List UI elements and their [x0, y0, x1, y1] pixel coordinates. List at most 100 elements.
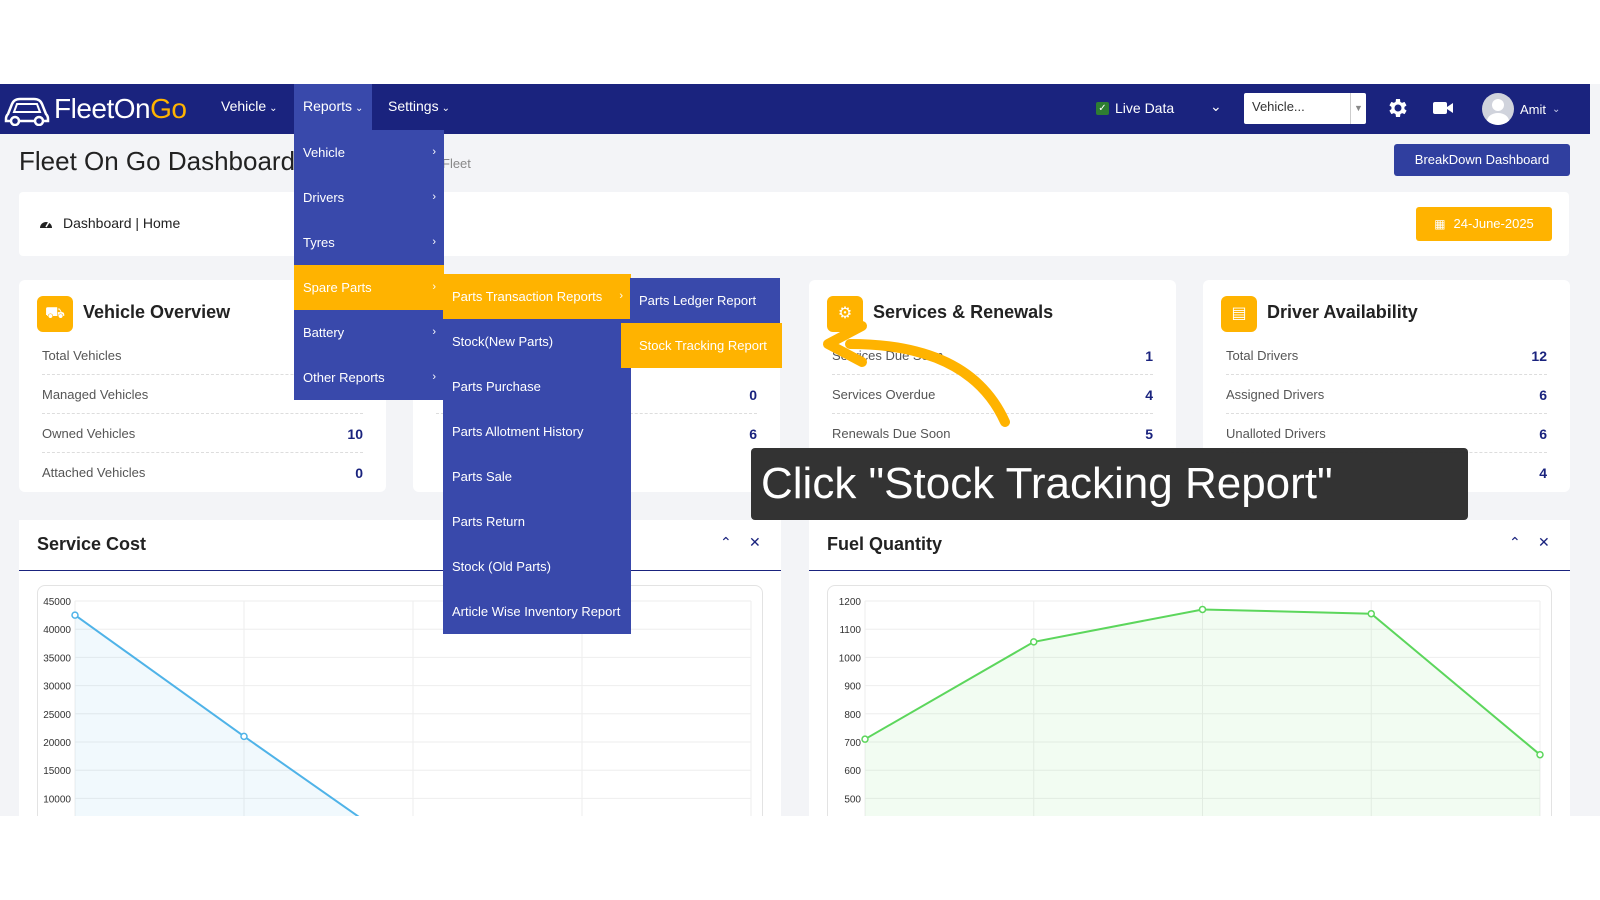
- series-area: [865, 609, 1540, 816]
- gear-icon[interactable]: [1385, 96, 1409, 120]
- stat-label: Assigned Drivers: [1226, 387, 1325, 402]
- menu-item-parts-sale[interactable]: Parts Sale: [443, 454, 631, 499]
- chevron-right-icon: ›: [619, 290, 623, 302]
- data-point: [1536, 750, 1544, 759]
- stat-value: 6: [749, 426, 757, 442]
- nav-settings[interactable]: Settings ⌄: [379, 84, 459, 134]
- stat-value: 10: [347, 426, 363, 442]
- menu-item-parts-allotment-history[interactable]: Parts Allotment History: [443, 409, 631, 454]
- menu-item-label: Tyres: [303, 235, 335, 250]
- data-point: [1030, 638, 1038, 646]
- menu-item-label: Parts Transaction Reports: [452, 289, 603, 304]
- y-tick-label: 500: [844, 794, 861, 805]
- brand-logo[interactable]: FleetOnGo: [4, 90, 187, 128]
- menu-item-battery[interactable]: Battery ›: [294, 310, 444, 355]
- stat-value: 4: [1145, 387, 1153, 403]
- chevron-right-icon: ›: [432, 371, 436, 383]
- user-menu[interactable]: Amit ⌄: [1482, 93, 1560, 125]
- panel-title: Service Cost: [37, 534, 147, 554]
- stat-value: 0: [355, 465, 363, 481]
- truck-icon: ⛟: [37, 296, 73, 332]
- menu-item-stock-old-parts[interactable]: Stock (Old Parts): [443, 544, 631, 589]
- stat-value: 4: [1539, 465, 1547, 481]
- menu-item-spare-parts[interactable]: Spare Parts ›: [294, 265, 444, 310]
- breadcrumb-fleet: Fleet: [442, 156, 471, 171]
- reports-menu: Vehicle › Drivers › Tyres › Spare Parts › Ba…: [294, 130, 444, 400]
- close-icon[interactable]: ✕: [1538, 534, 1550, 551]
- avatar[interactable]: [1482, 93, 1514, 125]
- stat-label: Owned Vehicles: [42, 426, 136, 441]
- menu-item-label: Parts Return: [452, 514, 525, 529]
- menu-item-drivers[interactable]: Drivers ›: [294, 175, 444, 220]
- menu-item-tyres[interactable]: Tyres ›: [294, 220, 444, 265]
- service-cost-panel: Service Cost ⌃ ✕ 45000 40000 35000 30000 250…: [19, 520, 781, 816]
- menu-item-parts-return[interactable]: Parts Return: [443, 499, 631, 544]
- data-point: [71, 611, 79, 619]
- brand-name-part1: FleetOn: [54, 93, 151, 124]
- stat-value: 0: [749, 387, 757, 403]
- stat-label: Unalloted Drivers: [1226, 426, 1326, 441]
- stat-value: 12: [1531, 348, 1547, 364]
- video-camera-icon[interactable]: [1432, 98, 1454, 118]
- vehicle-select[interactable]: Vehicle... ▼: [1244, 93, 1366, 124]
- y-tick-label: 1200: [839, 597, 862, 608]
- data-point: [240, 732, 248, 741]
- data-point: [1367, 609, 1375, 618]
- y-tick-label: 800: [844, 710, 861, 721]
- car-icon: [4, 97, 50, 126]
- live-data-toggle[interactable]: ✓ Live Data: [1096, 100, 1174, 116]
- chevron-down-icon[interactable]: ⌄: [1210, 98, 1222, 115]
- checkbox-checked-icon[interactable]: ✓: [1096, 101, 1109, 115]
- menu-item-label: Stock (Old Parts): [452, 559, 551, 574]
- y-tick-label: 35000: [43, 653, 71, 664]
- menu-item-label: Stock Tracking Report: [639, 338, 767, 353]
- menu-item-other-reports[interactable]: Other Reports ›: [294, 355, 444, 400]
- collapse-icon[interactable]: ⌃: [1509, 534, 1521, 551]
- menu-item-label: Vehicle: [303, 145, 345, 160]
- menu-item-parts-ledger-report[interactable]: Parts Ledger Report: [630, 278, 780, 323]
- stat-value: 1: [1145, 348, 1153, 364]
- bar-chart-icon: ▤: [1221, 296, 1257, 332]
- panel-title: Fuel Quantity: [827, 534, 943, 554]
- nav-vehicle[interactable]: Vehicle ⌄: [212, 84, 287, 134]
- top-navbar: FleetOnGo Vehicle ⌄ Reports ⌄ Settings ⌄ ✓ …: [0, 84, 1590, 134]
- chevron-down-icon: ⌄: [1552, 103, 1561, 115]
- chevron-down-icon: ⌄: [269, 103, 278, 114]
- y-tick-label: 45000: [43, 597, 71, 608]
- chevron-right-icon: ›: [432, 281, 436, 293]
- menu-item-label: Stock(New Parts): [452, 334, 554, 349]
- menu-item-label: Parts Purchase: [452, 379, 541, 394]
- menu-item-stock-tracking-report[interactable]: Stock Tracking Report: [621, 323, 782, 368]
- instruction-callout: Click "Stock Tracking Report": [751, 448, 1468, 520]
- user-name: Amit: [1520, 101, 1546, 117]
- y-tick-label: 1000: [839, 653, 862, 664]
- menu-item-label: Article Wise Inventory Report: [452, 604, 621, 619]
- menu-item-label: Parts Sale: [452, 469, 512, 484]
- breakdown-dashboard-button[interactable]: BreakDown Dashboard: [1394, 144, 1570, 176]
- breadcrumb-bar: Dashboard | Home ▦ 24-June-2025: [19, 192, 1569, 256]
- menu-item-vehicle[interactable]: Vehicle ›: [294, 130, 444, 175]
- dropdown-arrow-icon[interactable]: ▼: [1350, 93, 1366, 124]
- stat-label: Total Vehicles: [42, 348, 122, 363]
- close-icon[interactable]: ✕: [749, 534, 761, 551]
- menu-item-article-wise-inventory-report[interactable]: Article Wise Inventory Report: [443, 589, 631, 634]
- panel-divider: [809, 570, 1570, 571]
- collapse-icon[interactable]: ⌃: [720, 534, 732, 551]
- y-tick-label: 700: [844, 738, 861, 749]
- nav-reports[interactable]: Reports ⌄: [294, 84, 373, 134]
- date-badge[interactable]: ▦ 24-June-2025: [1416, 207, 1552, 241]
- menu-item-parts-transaction-reports[interactable]: Parts Transaction Reports ›: [443, 274, 631, 319]
- menu-item-parts-purchase[interactable]: Parts Purchase: [443, 364, 631, 409]
- menu-item-label: Parts Allotment History: [452, 424, 584, 439]
- brand-name-part2: Go: [150, 93, 187, 124]
- list-item: Total Drivers 12: [1226, 336, 1547, 375]
- y-tick-label: 600: [844, 766, 861, 777]
- service-cost-chart: 45000 40000 35000 30000 25000 20000 15000 10000: [43, 597, 752, 816]
- y-tick-label: 40000: [43, 625, 71, 636]
- breadcrumb[interactable]: Dashboard | Home: [39, 215, 180, 231]
- spare-parts-menu: Parts Transaction Reports › Stock(New Par…: [443, 274, 631, 634]
- nav-vehicle-label: Vehicle: [221, 98, 267, 114]
- y-tick-label: 15000: [43, 766, 71, 777]
- app-viewport: FleetOnGo Vehicle ⌄ Reports ⌄ Settings ⌄ ✓ …: [0, 84, 1600, 816]
- menu-item-stock-new-parts[interactable]: Stock(New Parts): [443, 319, 631, 364]
